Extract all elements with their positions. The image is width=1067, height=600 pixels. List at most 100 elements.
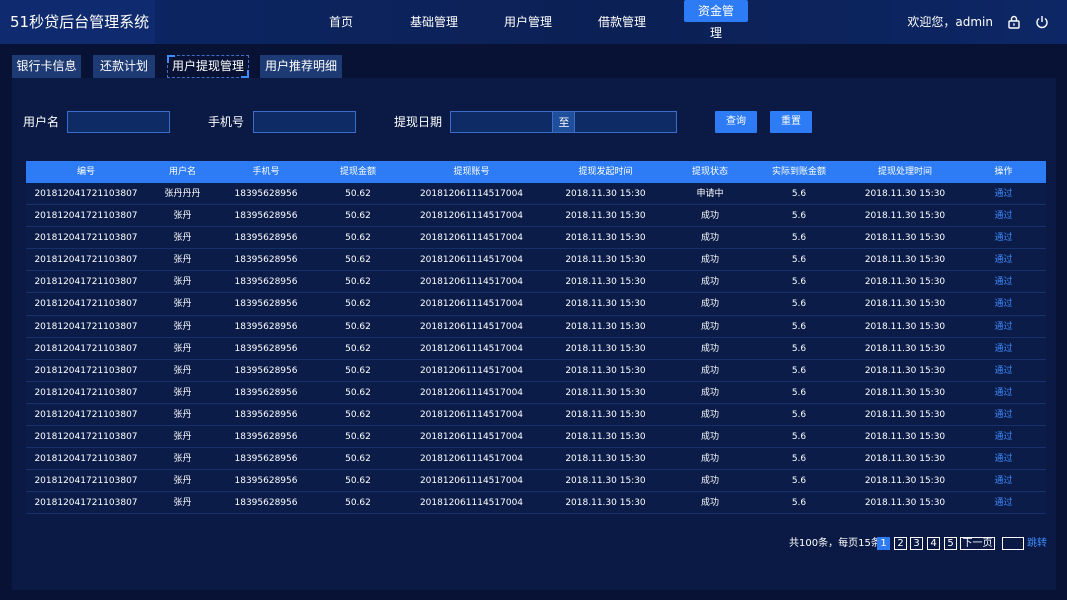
cell-received-amount: 5.6 bbox=[791, 476, 807, 487]
next-page-button[interactable]: 下一页 bbox=[960, 537, 995, 550]
cell-status: 成功 bbox=[700, 476, 719, 487]
cell-status: 成功 bbox=[700, 409, 719, 420]
approve-link[interactable]: 通过 bbox=[961, 404, 1046, 425]
date-from-input[interactable] bbox=[450, 111, 553, 133]
cell-username: 张丹丹丹 bbox=[164, 189, 201, 199]
cell-received-amount: 5.6 bbox=[791, 189, 807, 199]
cell-process-time: 2018.11.30 15:30 bbox=[864, 211, 946, 222]
phone-input[interactable] bbox=[253, 111, 356, 133]
nav-item-home[interactable]: 首页 bbox=[310, 0, 372, 44]
approve-link[interactable]: 通过 bbox=[961, 316, 1046, 337]
cell-received-amount: 5.6 bbox=[791, 343, 807, 354]
cell-amount: 50.62 bbox=[345, 498, 371, 509]
cell-request-time: 2018.11.30 15:30 bbox=[565, 432, 646, 443]
date-label: 提现日期 bbox=[394, 115, 443, 129]
cell-phone: 18395628956 bbox=[234, 343, 298, 354]
jump-page-input[interactable] bbox=[1002, 537, 1024, 550]
cell-amount: 50.62 bbox=[345, 233, 371, 244]
approve-link[interactable]: 通过 bbox=[961, 183, 1046, 204]
approve-link[interactable]: 通过 bbox=[961, 492, 1046, 513]
lock-icon[interactable] bbox=[1007, 15, 1021, 29]
approve-link[interactable]: 通过 bbox=[961, 426, 1046, 447]
cell-id: 201812041721103807 bbox=[34, 277, 138, 288]
cell-received-amount: 5.6 bbox=[791, 409, 807, 420]
tab-user-withdrawal[interactable]: 用户提现管理 bbox=[167, 55, 249, 78]
cell-id: 201812041721103807 bbox=[34, 299, 138, 310]
cell-process-time: 2018.11.30 15:30 bbox=[864, 387, 946, 398]
cell-username: 张丹 bbox=[173, 343, 192, 354]
approve-link[interactable]: 通过 bbox=[961, 227, 1046, 248]
approve-link[interactable]: 通过 bbox=[961, 470, 1046, 491]
cell-amount: 50.62 bbox=[345, 211, 371, 222]
cell-status: 成功 bbox=[700, 498, 719, 509]
approve-link[interactable]: 通过 bbox=[961, 448, 1046, 469]
cell-request-time: 2018.11.30 15:30 bbox=[565, 498, 646, 509]
nav-label: 资金管理 bbox=[684, 0, 748, 40]
tab-bank-card-info[interactable]: 银行卡信息 bbox=[12, 55, 81, 78]
cell-id: 201812041721103807 bbox=[34, 476, 138, 487]
cell-received-amount: 5.6 bbox=[791, 498, 807, 509]
cell-username: 张丹 bbox=[173, 365, 192, 376]
cell-account: 201812061114517004 bbox=[419, 321, 524, 332]
jump-button[interactable]: 跳转 bbox=[1027, 537, 1047, 551]
cell-id: 201812041721103807 bbox=[34, 498, 138, 509]
cell-phone: 18395628956 bbox=[234, 299, 298, 310]
tab-repayment-plan[interactable]: 还款计划 bbox=[93, 55, 155, 78]
approve-link[interactable]: 通过 bbox=[961, 382, 1046, 403]
cell-amount: 50.62 bbox=[345, 365, 371, 376]
approve-link[interactable]: 通过 bbox=[961, 360, 1046, 381]
nav-item-funds[interactable]: 资金管理 bbox=[684, 0, 748, 44]
cell-request-time: 2018.11.30 15:30 bbox=[565, 365, 646, 376]
date-to-input[interactable] bbox=[574, 111, 677, 133]
page-5-button[interactable]: 5 bbox=[944, 537, 957, 550]
page-4-button[interactable]: 4 bbox=[927, 537, 940, 550]
cell-phone: 18395628956 bbox=[234, 476, 298, 487]
cell-id: 201812041721103807 bbox=[34, 211, 138, 222]
username-input[interactable] bbox=[67, 111, 170, 133]
page-3-button[interactable]: 3 bbox=[910, 537, 923, 550]
col-header-request-time: 提现发起时间 bbox=[578, 167, 633, 177]
username-label: 用户名 bbox=[23, 115, 60, 129]
cell-username: 张丹 bbox=[173, 321, 192, 332]
col-header-id: 编号 bbox=[76, 167, 95, 177]
approve-link[interactable]: 通过 bbox=[961, 249, 1046, 270]
reset-button[interactable]: 重置 bbox=[770, 111, 812, 133]
cell-amount: 50.62 bbox=[345, 476, 371, 487]
query-button[interactable]: 查询 bbox=[715, 111, 757, 133]
tab-user-referral[interactable]: 用户推荐明细 bbox=[260, 55, 342, 78]
cell-account: 201812061114517004 bbox=[419, 255, 524, 266]
nav-item-users[interactable]: 用户管理 bbox=[496, 0, 560, 44]
cell-process-time: 2018.11.30 15:30 bbox=[864, 365, 946, 376]
table-row: 201812041721103807 张丹 18395628956 50.62 2018… bbox=[26, 448, 1046, 471]
approve-link[interactable]: 通过 bbox=[961, 293, 1046, 314]
nav-item-basic[interactable]: 基础管理 bbox=[372, 0, 496, 44]
power-icon[interactable] bbox=[1035, 15, 1049, 29]
approve-link[interactable]: 通过 bbox=[961, 338, 1046, 359]
approve-link[interactable]: 通过 bbox=[961, 271, 1046, 292]
cell-phone: 18395628956 bbox=[234, 277, 298, 288]
cell-phone: 18395628956 bbox=[234, 387, 298, 398]
page-1-button[interactable]: 1 bbox=[877, 537, 890, 550]
page-2-button[interactable]: 2 bbox=[894, 537, 907, 550]
cell-process-time: 2018.11.30 15:30 bbox=[864, 454, 946, 465]
cell-amount: 50.62 bbox=[345, 189, 371, 199]
cell-status: 成功 bbox=[700, 277, 719, 288]
cell-status: 成功 bbox=[700, 233, 719, 244]
cell-amount: 50.62 bbox=[345, 321, 371, 332]
cell-request-time: 2018.11.30 15:30 bbox=[565, 409, 646, 420]
cell-amount: 50.62 bbox=[345, 387, 371, 398]
cell-account: 201812061114517004 bbox=[419, 432, 524, 443]
nav-item-loans[interactable]: 借款管理 bbox=[560, 0, 684, 44]
cell-phone: 18395628956 bbox=[234, 233, 298, 244]
approve-link[interactable]: 通过 bbox=[961, 205, 1046, 226]
cell-process-time: 2018.11.30 15:30 bbox=[864, 189, 946, 199]
cell-id: 201812041721103807 bbox=[34, 387, 138, 398]
table-row: 201812041721103807 张丹 18395628956 50.62 2018… bbox=[26, 470, 1046, 493]
cell-request-time: 2018.11.30 15:30 bbox=[565, 343, 646, 354]
cell-account: 201812061114517004 bbox=[419, 211, 524, 222]
cell-received-amount: 5.6 bbox=[791, 255, 807, 266]
cell-username: 张丹 bbox=[173, 233, 192, 244]
cell-account: 201812061114517004 bbox=[419, 343, 524, 354]
cell-id: 201812041721103807 bbox=[34, 255, 138, 266]
cell-status: 成功 bbox=[700, 343, 719, 354]
